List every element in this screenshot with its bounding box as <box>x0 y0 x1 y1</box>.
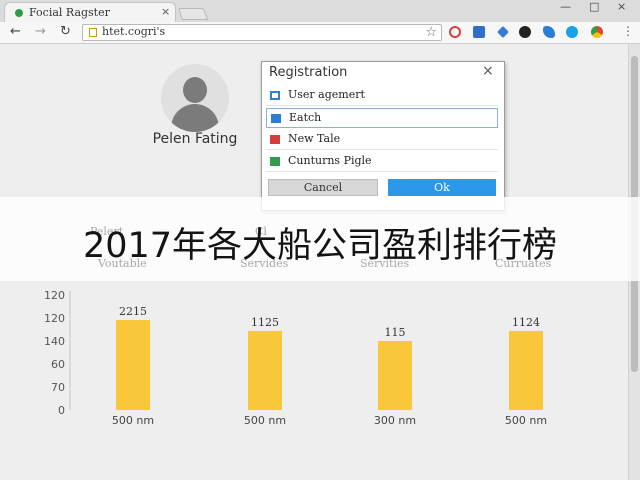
phone-extension-icon[interactable] <box>543 26 555 38</box>
tab-title: Focial Ragster <box>29 6 110 19</box>
dialog-item-label: User agemert <box>288 88 365 101</box>
y-tick-label: 0 <box>58 404 65 417</box>
bar <box>378 341 412 410</box>
browser-menu-icon[interactable]: ⋮ <box>622 24 634 38</box>
bar <box>509 330 543 410</box>
registration-dialog: Registration × User agemert Eatch New Ta… <box>261 61 505 211</box>
bar-value-label: 1124 <box>512 316 540 329</box>
bar <box>248 330 282 410</box>
chrome-extension-icon[interactable] <box>591 26 603 38</box>
x-tick-label: 500 nm <box>244 414 286 427</box>
bar-chart: 120 120 140 60 70 0 2215 500 nm 1125 500 nm 115 300… <box>44 289 547 427</box>
y-tick-label: 60 <box>51 358 65 371</box>
blue-square-extension-icon[interactable] <box>473 26 485 38</box>
dialog-item-contacts[interactable]: Cunturns Pigle <box>266 152 498 172</box>
x-tick-label: 300 nm <box>374 414 416 427</box>
y-tick-label: 120 <box>44 312 65 325</box>
new-tab-button[interactable] <box>177 8 209 20</box>
window-close-icon[interactable]: × <box>617 0 626 13</box>
lock-icon <box>89 28 97 37</box>
ok-button[interactable]: Ok <box>388 179 496 196</box>
bar-value-label: 2215 <box>119 305 147 318</box>
forward-arrow-icon[interactable]: → <box>35 24 46 39</box>
caption-title: 2017年各大船公司盈利排行榜 <box>82 226 558 266</box>
maximize-icon[interactable]: □ <box>589 0 599 13</box>
x-tick-label: 500 nm <box>112 414 154 427</box>
contacts-icon <box>270 157 280 166</box>
avatar[interactable] <box>161 64 229 132</box>
y-tick-label: 120 <box>44 289 65 302</box>
dark-circle-extension-icon[interactable] <box>519 26 531 38</box>
red-ring-extension-icon[interactable] <box>449 26 461 38</box>
bar-value-label: 1125 <box>251 316 279 329</box>
url-text: htet.cogri's <box>102 25 166 38</box>
tab-bar: Focial Ragster × — □ × <box>0 0 640 22</box>
tab-close-icon[interactable]: × <box>161 5 170 18</box>
dialog-item-label: New Tale <box>288 132 341 145</box>
arrow-extension-icon[interactable] <box>497 26 509 38</box>
browser-toolbar: ← → ↻ htet.cogri's ☆ ⋮ <box>0 22 640 44</box>
new-table-icon <box>270 135 280 144</box>
dialog-title: Registration <box>269 65 348 80</box>
bookmark-star-icon[interactable]: ☆ <box>425 25 437 40</box>
profile-name: Pelen Fating <box>152 131 238 147</box>
skype-extension-icon[interactable] <box>566 26 578 38</box>
dialog-item-new-table[interactable]: New Tale <box>266 130 498 150</box>
y-tick-label: 70 <box>51 381 65 394</box>
avatar-body-shape <box>171 104 219 132</box>
dialog-item-user-management[interactable]: User agemert <box>266 86 498 106</box>
dialog-item-label: Cunturns Pigle <box>288 154 372 167</box>
dialog-item-label: Eatch <box>289 111 322 124</box>
site-favicon-icon <box>15 9 23 17</box>
y-tick-label: 140 <box>44 335 65 348</box>
dialog-close-icon[interactable]: × <box>482 63 494 79</box>
bar-value-label: 115 <box>385 326 406 339</box>
edit-icon <box>271 114 281 123</box>
minimize-icon[interactable]: — <box>560 0 571 13</box>
cancel-button[interactable]: Cancel <box>268 179 378 196</box>
user-management-icon <box>270 91 280 100</box>
browser-tab[interactable]: Focial Ragster × <box>4 2 176 22</box>
bar <box>116 320 150 410</box>
reload-icon[interactable]: ↻ <box>60 24 71 39</box>
x-tick-label: 500 nm <box>505 414 547 427</box>
avatar-person-icon <box>183 77 207 103</box>
address-bar[interactable]: htet.cogri's ☆ <box>82 24 442 41</box>
dialog-item-edit[interactable]: Eatch <box>266 108 498 128</box>
back-arrow-icon[interactable]: ← <box>10 24 21 39</box>
